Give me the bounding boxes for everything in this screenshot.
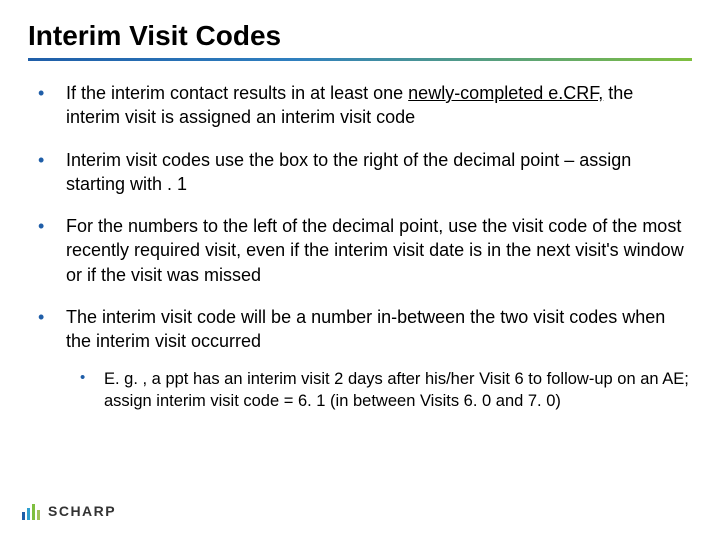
bullet-item: Interim visit codes use the box to the r… — [28, 148, 692, 197]
bullet-text-underline: newly-completed e.CRF, — [408, 83, 603, 103]
bullet-text-pre: If the interim contact results in at lea… — [66, 83, 408, 103]
slide: Interim Visit Codes If the interim conta… — [0, 0, 720, 540]
bullet-text: For the numbers to the left of the decim… — [66, 216, 684, 285]
slide-title: Interim Visit Codes — [28, 20, 692, 52]
bullet-text: The interim visit code will be a number … — [66, 307, 665, 351]
sub-bullet-item: E. g. , a ppt has an interim visit 2 day… — [66, 368, 692, 413]
footer-logo: SCHARP — [20, 500, 116, 522]
bullet-item: If the interim contact results in at lea… — [28, 81, 692, 130]
sub-bullet-text: E. g. , a ppt has an interim visit 2 day… — [104, 370, 689, 410]
footer-logo-text: SCHARP — [48, 503, 116, 519]
scharp-logo-icon — [20, 500, 42, 522]
bullet-text: Interim visit codes use the box to the r… — [66, 150, 631, 194]
bullet-item: The interim visit code will be a number … — [28, 305, 692, 412]
title-rule — [28, 58, 692, 61]
bullet-item: For the numbers to the left of the decim… — [28, 214, 692, 287]
bullet-list: If the interim contact results in at lea… — [28, 81, 692, 412]
sub-bullet-list: E. g. , a ppt has an interim visit 2 day… — [66, 368, 692, 413]
